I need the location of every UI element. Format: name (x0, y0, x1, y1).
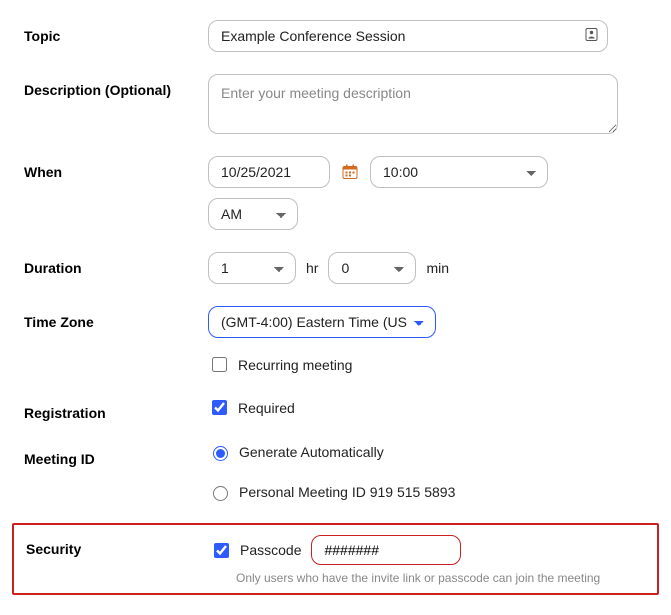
minutes-unit: min (426, 260, 449, 276)
registration-label: Registration (24, 397, 208, 421)
duration-minutes-select[interactable]: 0 (328, 252, 416, 284)
meeting-id-label: Meeting ID (24, 443, 208, 467)
topic-label: Topic (24, 20, 208, 44)
recurring-meeting-checkbox[interactable] (212, 357, 227, 372)
security-highlight-box: Security Passcode Only users who have th… (12, 523, 659, 595)
meeting-id-generate-radio[interactable] (213, 446, 228, 461)
meeting-id-personal-radio-wrap[interactable]: Personal Meeting ID 919 515 5893 (208, 483, 455, 501)
passcode-label: Passcode (240, 542, 301, 558)
passcode-checkbox[interactable] (214, 543, 229, 558)
when-label: When (24, 156, 208, 180)
calendar-icon[interactable] (340, 164, 360, 180)
registration-required-label: Required (238, 400, 295, 416)
passcode-checkbox-wrap[interactable]: Passcode (210, 540, 301, 561)
timezone-label: Time Zone (24, 306, 208, 330)
contact-card-icon (585, 28, 598, 45)
security-label: Security (26, 535, 210, 585)
registration-required-checkbox-wrap[interactable]: Required (208, 397, 295, 418)
description-textarea[interactable] (208, 74, 618, 134)
topic-input[interactable] (208, 20, 608, 52)
meeting-id-personal-radio[interactable] (213, 486, 228, 501)
description-label: Description (Optional) (24, 74, 208, 98)
duration-hours-select[interactable]: 1 (208, 252, 296, 284)
recurring-meeting-checkbox-wrap[interactable]: Recurring meeting (208, 354, 352, 375)
timezone-select[interactable]: (GMT-4:00) Eastern Time (US a (208, 306, 436, 338)
meeting-id-generate-radio-wrap[interactable]: Generate Automatically (208, 443, 384, 461)
when-time-select[interactable]: 10:00 (370, 156, 548, 188)
meeting-id-generate-label: Generate Automatically (239, 444, 384, 460)
passcode-help-text: Only users who have the invite link or p… (236, 571, 645, 585)
passcode-input[interactable] (311, 535, 461, 565)
registration-required-checkbox[interactable] (212, 400, 227, 415)
when-ampm-select[interactable]: AM (208, 198, 298, 230)
meeting-id-personal-label: Personal Meeting ID 919 515 5893 (239, 484, 455, 500)
when-date-input[interactable] (208, 156, 330, 188)
duration-label: Duration (24, 252, 208, 276)
hours-unit: hr (306, 260, 318, 276)
recurring-meeting-label: Recurring meeting (238, 357, 352, 373)
